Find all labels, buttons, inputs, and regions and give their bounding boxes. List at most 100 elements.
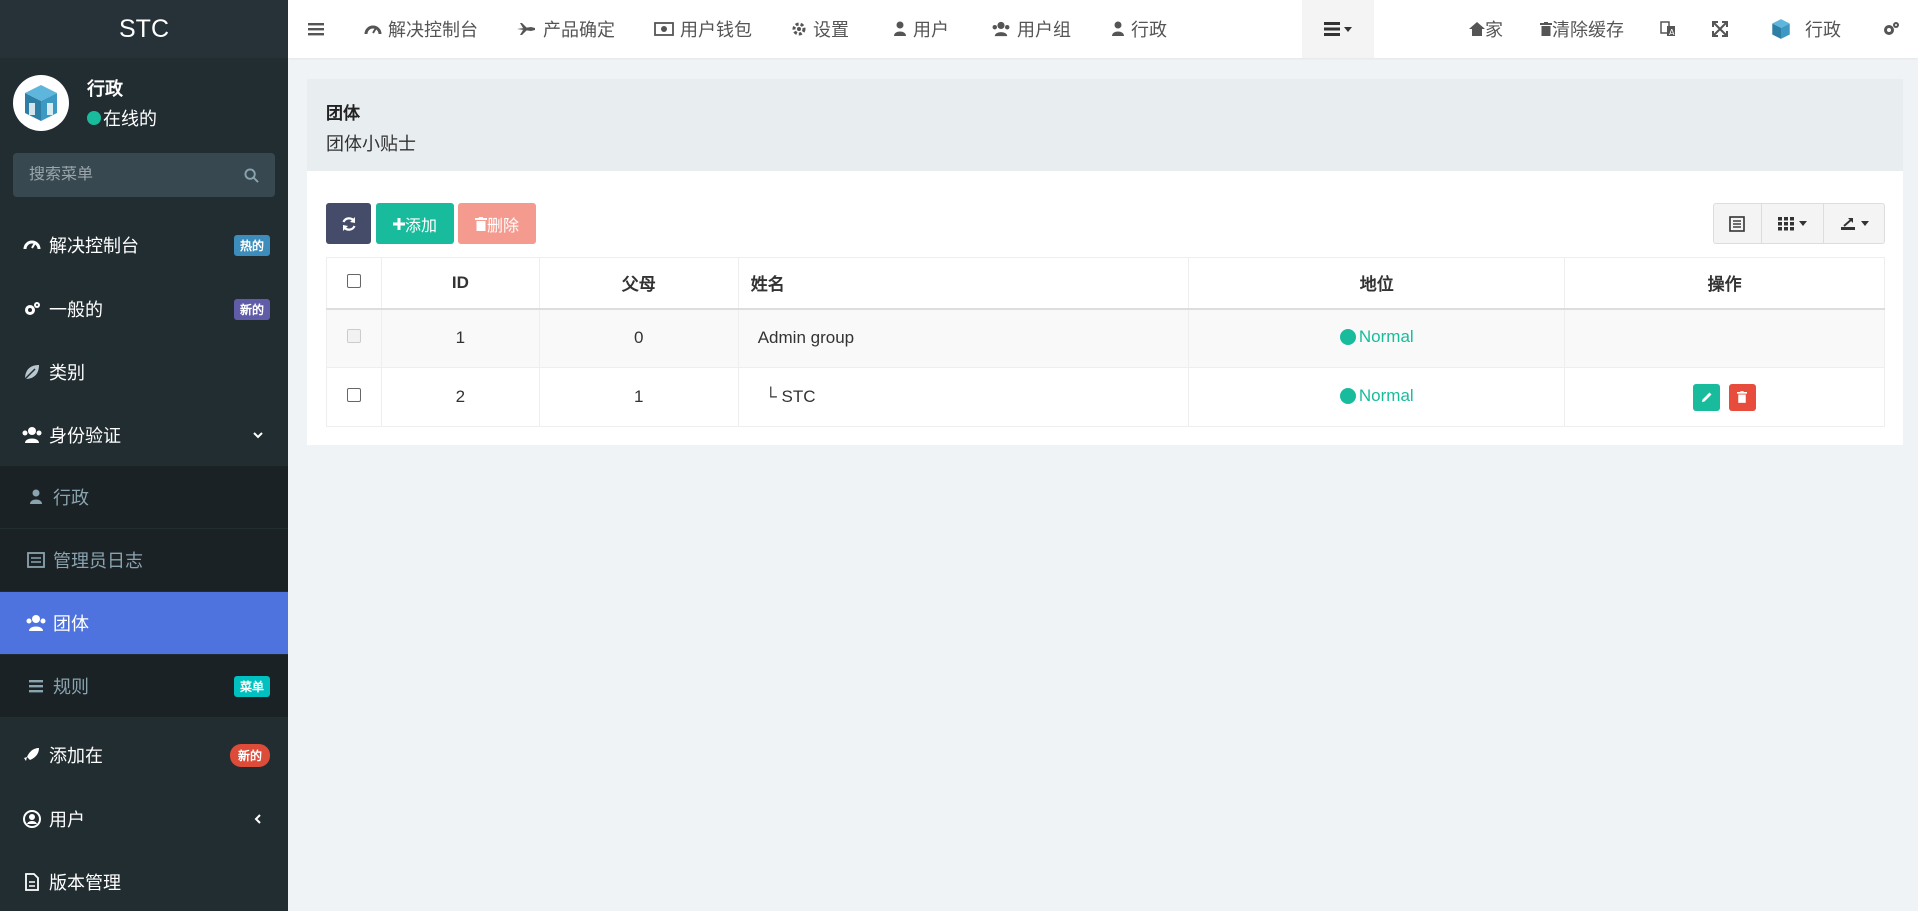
money-icon	[654, 22, 674, 36]
sidebar-item-label: 版本管理	[49, 873, 121, 893]
cell-status: Normal	[1188, 308, 1566, 368]
column-header-id[interactable]: ID	[380, 257, 540, 310]
sidebar-item-label: 规则	[53, 677, 89, 697]
caret-down-icon	[1860, 221, 1869, 226]
chevron-down-icon	[252, 429, 264, 441]
nav-user[interactable]: 用户	[893, 0, 949, 58]
column-header-name[interactable]: 姓名	[737, 257, 1190, 310]
bars-icon	[308, 22, 324, 36]
avatar	[1769, 17, 1793, 41]
add-button[interactable]: 添加	[376, 203, 454, 244]
menu-badge: 菜单	[233, 675, 270, 697]
nav-label: 用户钱包	[680, 20, 752, 40]
sidebar-item-rules[interactable]: 规则 菜单	[0, 655, 288, 717]
translate-button[interactable]: A	[1660, 0, 1676, 58]
column-header-parent[interactable]: 父母	[538, 257, 739, 310]
expand-icon	[1712, 21, 1728, 37]
list-alt-icon	[1729, 215, 1746, 232]
sidebar-item-label: 添加在	[49, 746, 103, 766]
user-panel: 行政 在线的	[0, 58, 288, 148]
nav-admin[interactable]: 行政	[1111, 0, 1167, 58]
add-label: 添加	[404, 217, 437, 235]
svg-text:A: A	[1669, 28, 1675, 37]
sidebar-item-admin[interactable]: 行政	[0, 466, 288, 528]
row-checkbox[interactable]	[346, 388, 361, 402]
brand-logo[interactable]: STC	[0, 0, 288, 58]
clear-cache-button[interactable]: 清除缓存	[1540, 0, 1624, 58]
sidebar-item-auth[interactable]: 身份验证	[0, 404, 288, 466]
rocket-icon	[22, 745, 42, 765]
users-icon	[22, 425, 42, 445]
status-dot-icon	[1339, 328, 1356, 345]
nav-more-dropdown[interactable]	[1302, 0, 1374, 58]
caret-down-icon	[1799, 221, 1808, 226]
pencil-icon	[1701, 391, 1713, 403]
nav-label: 产品确定	[543, 20, 615, 40]
select-all-checkbox[interactable]	[346, 273, 361, 288]
sidebar-item-version[interactable]: 版本管理	[0, 851, 288, 911]
hot-badge: 热的	[233, 234, 270, 256]
toggle-view-button[interactable]	[1714, 204, 1762, 243]
search-menu-input[interactable]	[29, 166, 244, 184]
refresh-button[interactable]	[326, 203, 371, 244]
nav-label: 设置	[813, 20, 849, 40]
cell-name: └ STC	[737, 367, 1190, 427]
trash-icon	[474, 216, 487, 231]
sidebar-item-admin-log[interactable]: 管理员日志	[0, 529, 288, 591]
sidebar-item-general[interactable]: 一般的 新的	[0, 278, 288, 340]
users-icon	[26, 613, 46, 633]
edit-button[interactable]	[1693, 383, 1721, 411]
control-sidebar-button[interactable]	[1882, 0, 1900, 58]
bars-icon	[26, 676, 46, 696]
home-link[interactable]: 家	[1469, 0, 1503, 58]
cell-id: 1	[380, 308, 540, 368]
sidebar-item-label: 行政	[53, 488, 89, 508]
clear-cache-label: 清除缓存	[1552, 20, 1624, 40]
topbar: 解决控制台 产品确定 用户钱包 设置 用户 用户组 行政 家 清除缓存 A 行政	[288, 0, 1918, 58]
cogs-icon	[1882, 20, 1900, 38]
table-tool-group	[1713, 203, 1885, 244]
fullscreen-button[interactable]	[1712, 0, 1728, 58]
cell-name: Admin group	[737, 308, 1190, 368]
nav-dashboard[interactable]: 解决控制台	[364, 0, 478, 58]
table-row: 1 0 Admin group Normal	[326, 308, 1885, 368]
nav-settings[interactable]: 设置	[791, 0, 849, 58]
dashboard-icon	[22, 235, 42, 255]
leaf-icon	[22, 362, 42, 382]
sidebar-item-label: 身份验证	[49, 426, 121, 446]
sidebar-item-category[interactable]: 类别	[0, 341, 288, 403]
trash-icon	[1540, 22, 1552, 36]
nav-user-group[interactable]: 用户组	[991, 0, 1071, 58]
delete-row-button[interactable]	[1728, 383, 1756, 411]
list-icon	[1324, 22, 1340, 36]
cogs-icon	[22, 299, 42, 319]
delete-button[interactable]: 删除	[458, 203, 536, 244]
cell-operate	[1564, 308, 1885, 368]
sidebar-item-label: 一般的	[49, 300, 103, 320]
export-dropdown[interactable]	[1824, 204, 1884, 243]
sidebar-item-dashboard[interactable]: 解决控制台 热的	[0, 214, 288, 276]
status-badge: Normal	[1339, 386, 1414, 406]
user-name: 行政	[87, 79, 123, 99]
cell-operate	[1564, 367, 1885, 427]
user-menu[interactable]: 行政	[1769, 0, 1841, 58]
sidebar-item-groups[interactable]: 团体	[0, 592, 288, 654]
home-icon	[1469, 22, 1485, 36]
user-circle-icon	[22, 809, 42, 829]
sidebar: STC 行政 在线的 解决控制台 热的	[0, 0, 288, 911]
page-title: 团体	[326, 104, 360, 123]
nav-wallet[interactable]: 用户钱包	[654, 0, 752, 58]
sidebar-item-label: 解决控制台	[49, 236, 139, 256]
sidebar-toggle-button[interactable]	[308, 0, 324, 58]
home-label: 家	[1485, 20, 1503, 40]
user-menu-label: 行政	[1805, 20, 1841, 40]
sidebar-item-user[interactable]: 用户	[0, 788, 288, 850]
nav-product[interactable]: 产品确定	[517, 0, 615, 58]
user-status: 在线的	[87, 105, 157, 131]
content-header: 团体 团体小贴士	[307, 79, 1903, 171]
sidebar-item-addon[interactable]: 添加在 新的	[0, 724, 288, 786]
columns-dropdown[interactable]	[1762, 204, 1825, 243]
cell-parent: 1	[538, 367, 739, 427]
search-icon[interactable]	[244, 167, 259, 183]
column-header-status[interactable]: 地位	[1188, 257, 1566, 310]
